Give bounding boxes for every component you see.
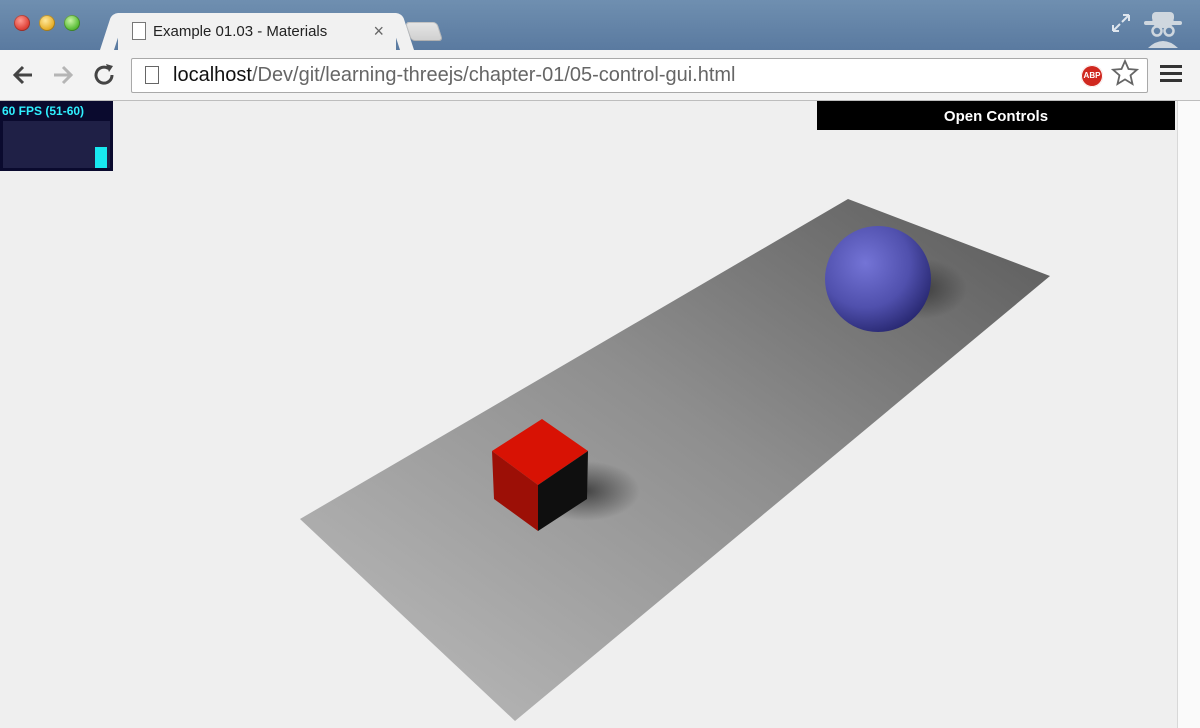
new-tab-button[interactable]	[404, 22, 444, 41]
fps-stats-panel[interactable]: 60 FPS (51-60)	[0, 101, 113, 171]
browser-toolbar: localhost/Dev/git/learning-threejs/chapt…	[0, 50, 1200, 101]
tab-close-button[interactable]: ×	[373, 21, 384, 42]
address-bar[interactable]: localhost/Dev/git/learning-threejs/chapt…	[131, 58, 1148, 93]
page-viewport: 60 FPS (51-60) Open Controls	[0, 101, 1177, 728]
fps-bar	[95, 147, 107, 168]
window-zoom-button[interactable]	[64, 15, 80, 31]
page-document-icon	[145, 66, 159, 84]
incognito-icon	[1140, 8, 1186, 48]
browser-tab-active[interactable]: Example 01.03 - Materials ×	[118, 13, 396, 50]
reload-icon[interactable]	[89, 60, 119, 90]
star-icon[interactable]	[1110, 58, 1140, 94]
hamburger-menu-icon[interactable]	[1160, 62, 1182, 86]
tab-title: Example 01.03 - Materials	[153, 23, 328, 40]
forward-arrow-icon[interactable]	[48, 60, 78, 90]
url-path: /Dev/git/learning-threejs/chapter-01/05-…	[251, 64, 736, 86]
back-arrow-icon[interactable]	[8, 60, 38, 90]
fullscreen-icon[interactable]	[1110, 12, 1132, 34]
window-titlebar: Example 01.03 - Materials ×	[0, 0, 1200, 50]
vertical-scrollbar[interactable]	[1177, 101, 1200, 728]
fps-readout: 60 FPS (51-60)	[2, 104, 85, 118]
blue-sphere	[825, 226, 931, 332]
url-text[interactable]: localhost/Dev/git/learning-threejs/chapt…	[173, 64, 736, 87]
adblock-icon[interactable]: ABP	[1081, 65, 1103, 87]
threejs-scene-canvas[interactable]	[0, 101, 1177, 728]
document-icon	[132, 22, 146, 40]
window-minimize-button[interactable]	[39, 15, 55, 31]
window-close-button[interactable]	[14, 15, 30, 31]
url-host: localhost	[173, 64, 252, 86]
open-controls-button[interactable]: Open Controls	[817, 101, 1175, 130]
fps-graph	[3, 121, 110, 168]
